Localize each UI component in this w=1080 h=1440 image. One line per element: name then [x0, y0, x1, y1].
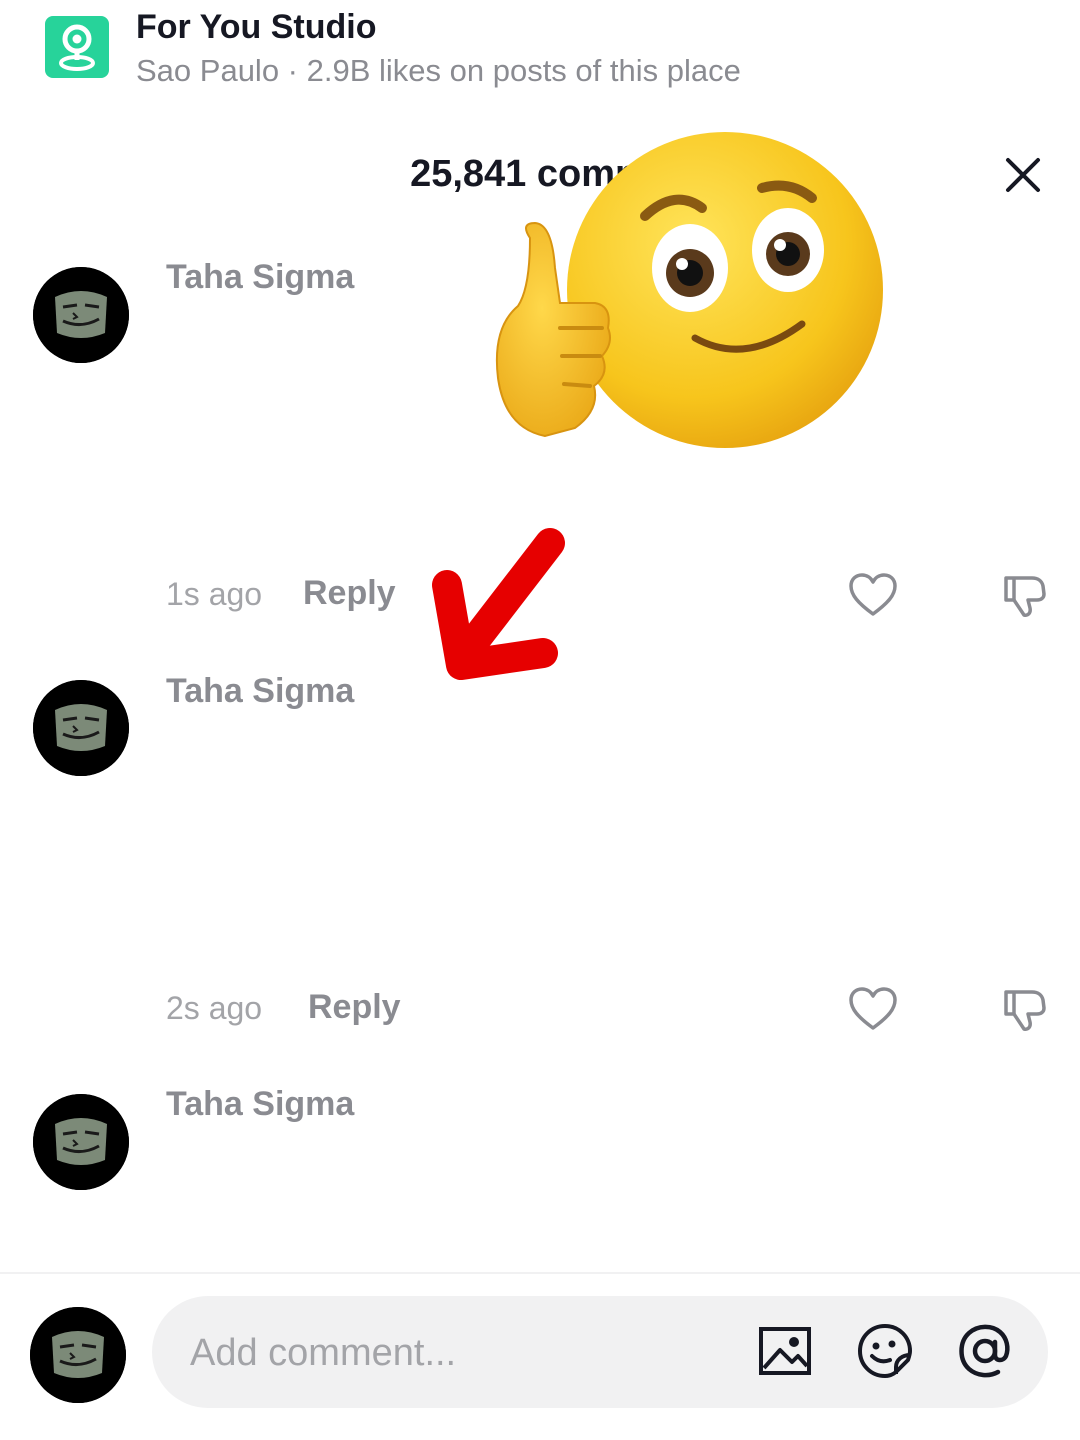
avatar[interactable]: [33, 267, 129, 363]
thumbs-down-icon[interactable]: [1000, 986, 1050, 1032]
at-mention-icon[interactable]: [956, 1322, 1014, 1380]
location-header[interactable]: For You Studio Sao Paulo · 2.9B likes on…: [0, 0, 1080, 110]
comment-composer: [152, 1296, 1048, 1408]
close-icon[interactable]: [998, 150, 1048, 200]
comment-timestamp: 1s ago: [166, 576, 263, 612]
avatar[interactable]: [33, 1094, 129, 1190]
avatar[interactable]: [33, 680, 129, 776]
comment-username[interactable]: Taha Sigma: [166, 258, 354, 297]
comment-input[interactable]: [188, 1322, 712, 1384]
heart-outline-icon[interactable]: [848, 986, 898, 1032]
comment-username[interactable]: Taha Sigma: [166, 1085, 354, 1124]
location-subtitle: Sao Paulo · 2.9B likes on posts of this …: [136, 53, 741, 88]
avatar[interactable]: [30, 1307, 126, 1403]
reply-button[interactable]: Reply: [303, 574, 396, 613]
comment-timestamp: 2s ago: [166, 990, 263, 1026]
comment-username[interactable]: Taha Sigma: [166, 672, 354, 711]
reply-button[interactable]: Reply: [308, 988, 401, 1027]
red-arrow-annotation: [425, 525, 585, 690]
image-icon[interactable]: [756, 1322, 814, 1380]
emoji-sticker-icon[interactable]: [856, 1322, 914, 1380]
thumbs-up-emoji-sticker: [490, 128, 890, 458]
thumbs-down-icon[interactable]: [1000, 572, 1050, 618]
location-pin-icon: [45, 16, 109, 78]
heart-outline-icon[interactable]: [848, 572, 898, 618]
location-title[interactable]: For You Studio: [136, 8, 377, 47]
composer-divider: [0, 1272, 1080, 1274]
